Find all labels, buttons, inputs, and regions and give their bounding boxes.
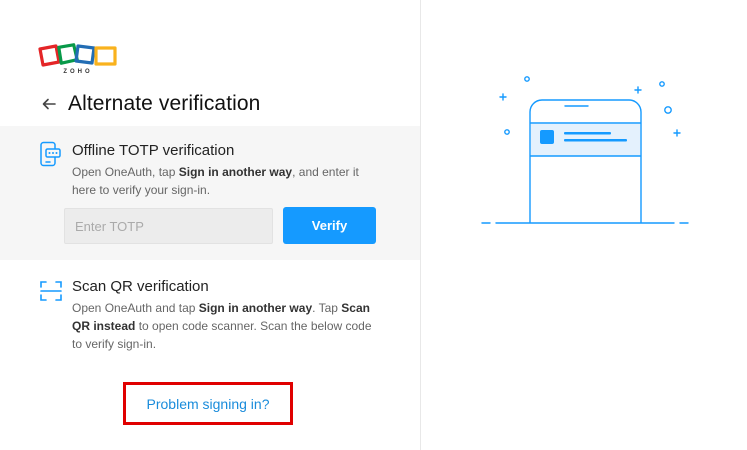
- totp-desc-bold-1: Sign in another way: [178, 165, 293, 179]
- panel-divider: [420, 0, 421, 450]
- page-title: Alternate verification: [68, 92, 261, 115]
- phone-keypad-icon: [38, 141, 62, 172]
- phone-illustration: [470, 60, 710, 245]
- page-header: Alternate verification: [40, 90, 260, 118]
- page: ZOHO Alternate verification Offline TOTP…: [0, 0, 747, 450]
- logo-wordmark: ZOHO: [63, 69, 93, 75]
- totp-desc-part-1: Open OneAuth, tap: [72, 165, 179, 179]
- problem-signing-in-link[interactable]: Problem signing in?: [126, 385, 290, 422]
- zoho-logo: ZOHO: [36, 42, 120, 78]
- qr-desc-bold-1: Sign in another way: [198, 301, 313, 315]
- highlight-box: Problem signing in?: [123, 382, 293, 425]
- qr-description: Open OneAuth and tap Sign in another way…: [72, 299, 372, 353]
- totp-title: Offline TOTP verification: [72, 142, 235, 159]
- totp-input[interactable]: [64, 208, 273, 244]
- left-panel: ZOHO Alternate verification Offline TOTP…: [0, 0, 420, 450]
- qr-scan-icon: [39, 279, 63, 308]
- totp-description: Open OneAuth, tap Sign in another way, a…: [72, 163, 372, 199]
- qr-desc-part-1: Open OneAuth and tap: [72, 301, 199, 315]
- qr-title: Scan QR verification: [72, 278, 209, 295]
- arrow-left-icon[interactable]: [40, 95, 58, 113]
- verify-button[interactable]: Verify: [283, 207, 376, 244]
- qr-desc-part-2: . Tap: [312, 301, 342, 315]
